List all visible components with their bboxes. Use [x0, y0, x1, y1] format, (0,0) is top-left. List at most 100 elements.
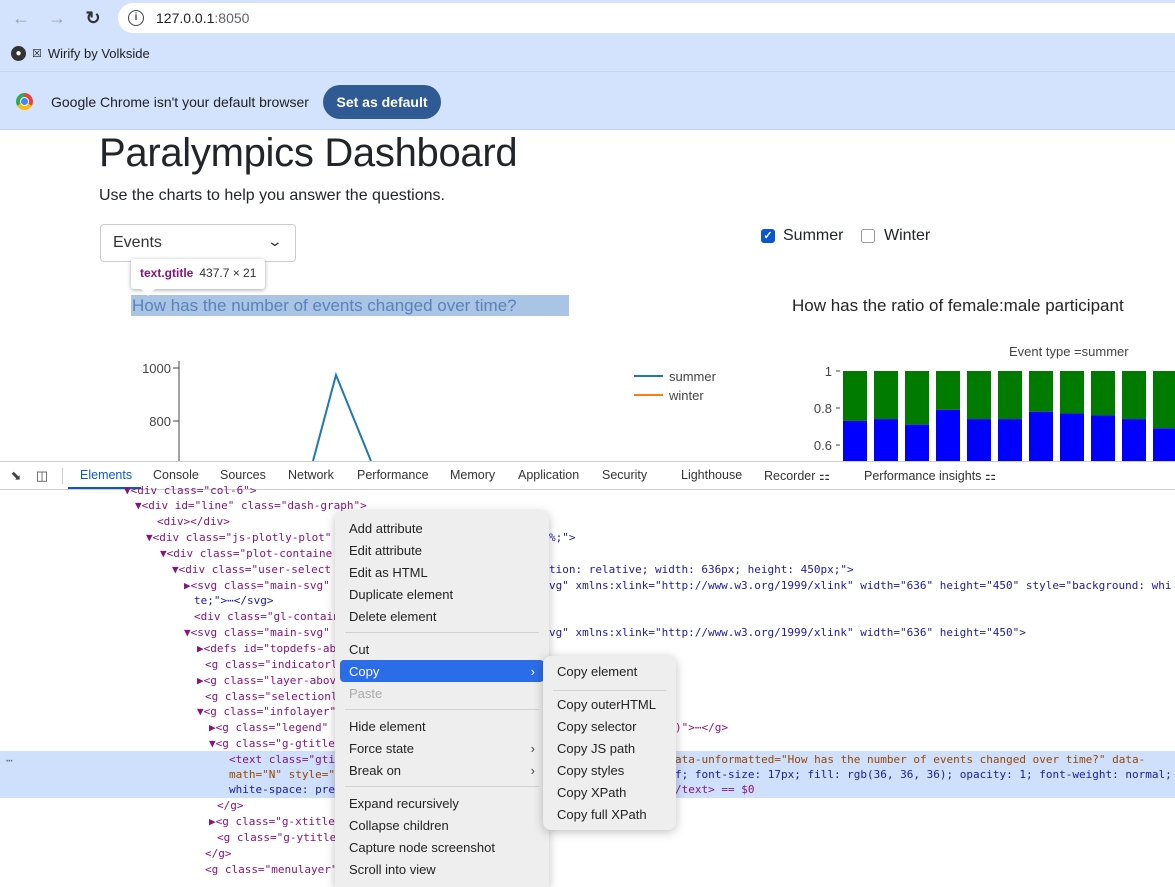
- dom-node[interactable]: ▼<div class="user-select: [172, 562, 331, 578]
- dom-node[interactable]: </g>: [205, 846, 232, 862]
- tab-elements[interactable]: Elements: [80, 468, 132, 482]
- tab-performance[interactable]: Performance: [357, 468, 429, 482]
- dom-node[interactable]: ▶<g class="legend": [209, 720, 328, 736]
- menu-copy-js-path[interactable]: Copy JS path: [557, 741, 635, 756]
- menu-copy-element[interactable]: Copy element: [557, 664, 637, 679]
- chart-type-dropdown[interactable]: Events ⌄: [100, 224, 296, 262]
- dom-node[interactable]: ▼<g class="infolayer": [197, 704, 336, 720]
- menu-delete-element[interactable]: Delete element: [349, 609, 436, 624]
- forward-arrow-icon[interactable]: →: [47, 8, 67, 28]
- bar-chart-title: How has the ratio of female:male partici…: [792, 296, 1124, 315]
- summer-checkbox-label[interactable]: Summer: [783, 227, 843, 245]
- menu-add-attribute[interactable]: Add attribute: [349, 521, 423, 536]
- tab-lighthouse[interactable]: Lighthouse: [681, 468, 742, 482]
- menu-copy-outerhtml[interactable]: Copy outerHTML: [557, 697, 656, 712]
- infobar-message: Google Chrome isn't your default browser: [51, 94, 309, 110]
- bar-male: [1153, 428, 1175, 461]
- dom-attr-fragment: ata-unformatted="How has the number of e…: [675, 753, 1146, 766]
- dom-attr-fragment: )">⋯</g>: [675, 721, 728, 734]
- dom-node[interactable]: ▼<div class="js-plotly-plot": [146, 530, 331, 546]
- dom-attr-fragment: math="N" style=": [229, 768, 335, 781]
- device-toolbar-icon[interactable]: ◫: [34, 468, 50, 484]
- dom-node[interactable]: ▼<div class="plot-containe: [160, 546, 332, 562]
- menu-edit-as-html[interactable]: Edit as HTML: [349, 565, 428, 580]
- menu-copy[interactable]: Copy: [349, 664, 379, 679]
- menu-duplicate-element[interactable]: Duplicate element: [349, 587, 453, 602]
- menu-expand-recursively[interactable]: Expand recursively: [349, 796, 459, 811]
- menu-copy-xpath[interactable]: Copy XPath: [557, 785, 626, 800]
- winter-checkbox[interactable]: [861, 229, 875, 243]
- dom-node[interactable]: <div></div>: [157, 514, 230, 530]
- menu-copy-selector[interactable]: Copy selector: [557, 719, 636, 734]
- tab-recorder-label: Recorder: [764, 469, 816, 483]
- menu-copy-full-xpath[interactable]: Copy full XPath: [557, 807, 647, 822]
- tab-security[interactable]: Security: [602, 468, 647, 482]
- tab-network[interactable]: Network: [288, 468, 334, 482]
- tooltip-arrow: [141, 289, 155, 296]
- menu-capture-node-screenshot[interactable]: Capture node screenshot: [349, 840, 495, 855]
- dom-node-selected[interactable]: <text class="gti: [229, 752, 335, 768]
- dom-node[interactable]: <g class="selectionl: [205, 689, 337, 705]
- bar-female: [843, 371, 867, 421]
- tab-recorder[interactable]: Recorder ⚏: [764, 468, 830, 483]
- bookmarks-bar: ● ☒ Wirify by Volkside: [0, 36, 1175, 72]
- menu-break-on[interactable]: Break on: [349, 763, 401, 778]
- bar-female: [1091, 371, 1115, 416]
- reload-icon[interactable]: ↻: [83, 8, 103, 28]
- dom-node[interactable]: ▶<svg class="main-svg": [184, 578, 330, 594]
- menu-collapse-children[interactable]: Collapse children: [349, 818, 449, 833]
- ellipsis-icon[interactable]: ⋯: [6, 753, 13, 769]
- browser-toolbar: ← → ↻ i 127.0.0.1:8050: [0, 0, 1175, 36]
- dom-node[interactable]: ▶<defs id="topdefs-ab: [197, 641, 336, 657]
- set-as-default-button[interactable]: Set as default: [323, 85, 441, 119]
- menu-hide-element[interactable]: Hide element: [349, 719, 426, 734]
- dom-node[interactable]: <g class="g-ytitle: [217, 830, 336, 846]
- menu-cut[interactable]: Cut: [349, 642, 369, 657]
- tab-console[interactable]: Console: [153, 468, 199, 482]
- tab-application[interactable]: Application: [518, 468, 579, 482]
- menu-force-state[interactable]: Force state: [349, 741, 414, 756]
- back-arrow-icon[interactable]: ←: [11, 8, 31, 28]
- bar-male: [936, 409, 960, 461]
- menu-copy-styles[interactable]: Copy styles: [557, 763, 624, 778]
- dom-node[interactable]: <g class="indicatorl: [205, 657, 337, 673]
- dom-attr-fragment: %;">: [549, 531, 576, 544]
- summer-checkbox[interactable]: ✓: [761, 229, 775, 243]
- bar-male: [905, 424, 929, 461]
- tab-memory[interactable]: Memory: [450, 468, 495, 482]
- bar-female: [905, 371, 929, 425]
- dom-node[interactable]: </g>: [217, 798, 244, 814]
- url-port: :8050: [214, 10, 250, 26]
- legend-winter-label[interactable]: winter: [668, 388, 704, 403]
- dom-node[interactable]: <g class="menulayer": [205, 862, 337, 878]
- bookmarklet-icon: ☒: [32, 48, 42, 60]
- url-text: 127.0.0.1:8050: [156, 10, 249, 26]
- context-menu: Add attribute Edit attribute Edit as HTM…: [335, 511, 549, 887]
- menu-edit-attribute[interactable]: Edit attribute: [349, 543, 422, 558]
- dom-node[interactable]: ▶<g class="g-xtitle: [209, 814, 335, 830]
- bookmark-wirify[interactable]: ● ☒ Wirify by Volkside: [11, 46, 150, 61]
- address-bar[interactable]: i 127.0.0.1:8050: [118, 3, 1175, 33]
- bookmark-label: Wirify by Volkside: [47, 46, 150, 61]
- dom-attr-fragment: vg" xmlns:xlink="http://www.w3.org/1999/…: [549, 579, 1172, 592]
- winter-checkbox-label[interactable]: Winter: [884, 227, 930, 245]
- inspect-element-icon[interactable]: ⬊: [8, 468, 24, 484]
- page-title: Paralympics Dashboard: [99, 131, 518, 175]
- dom-node[interactable]: ▼<g class="g-gtitle: [209, 736, 335, 752]
- bar-male: [1122, 419, 1146, 461]
- dom-node[interactable]: <div class="gl-contain: [194, 609, 340, 625]
- menu-scroll-into-view[interactable]: Scroll into view: [349, 862, 436, 877]
- dom-node[interactable]: ▼<div id="line" class="dash-graph">: [135, 498, 367, 514]
- page-subtitle: Use the charts to help you answer the qu…: [99, 187, 445, 204]
- tab-sources[interactable]: Sources: [220, 468, 266, 482]
- bar-male: [1060, 413, 1084, 461]
- line-chart-title: How has the number of events changed ove…: [132, 296, 517, 315]
- dom-node[interactable]: ▶<g class="layer-abov: [197, 673, 336, 689]
- tab-performance-insights[interactable]: Performance insights ⚏: [864, 468, 996, 483]
- site-info-icon[interactable]: i: [128, 10, 144, 26]
- dom-node[interactable]: ▼<div class="col-6">: [124, 483, 256, 499]
- bar-male: [874, 419, 898, 461]
- chevron-down-icon: ⌄: [266, 233, 284, 249]
- dom-node[interactable]: ▼<svg class="main-svg": [184, 625, 330, 641]
- legend-summer-label[interactable]: summer: [669, 369, 717, 384]
